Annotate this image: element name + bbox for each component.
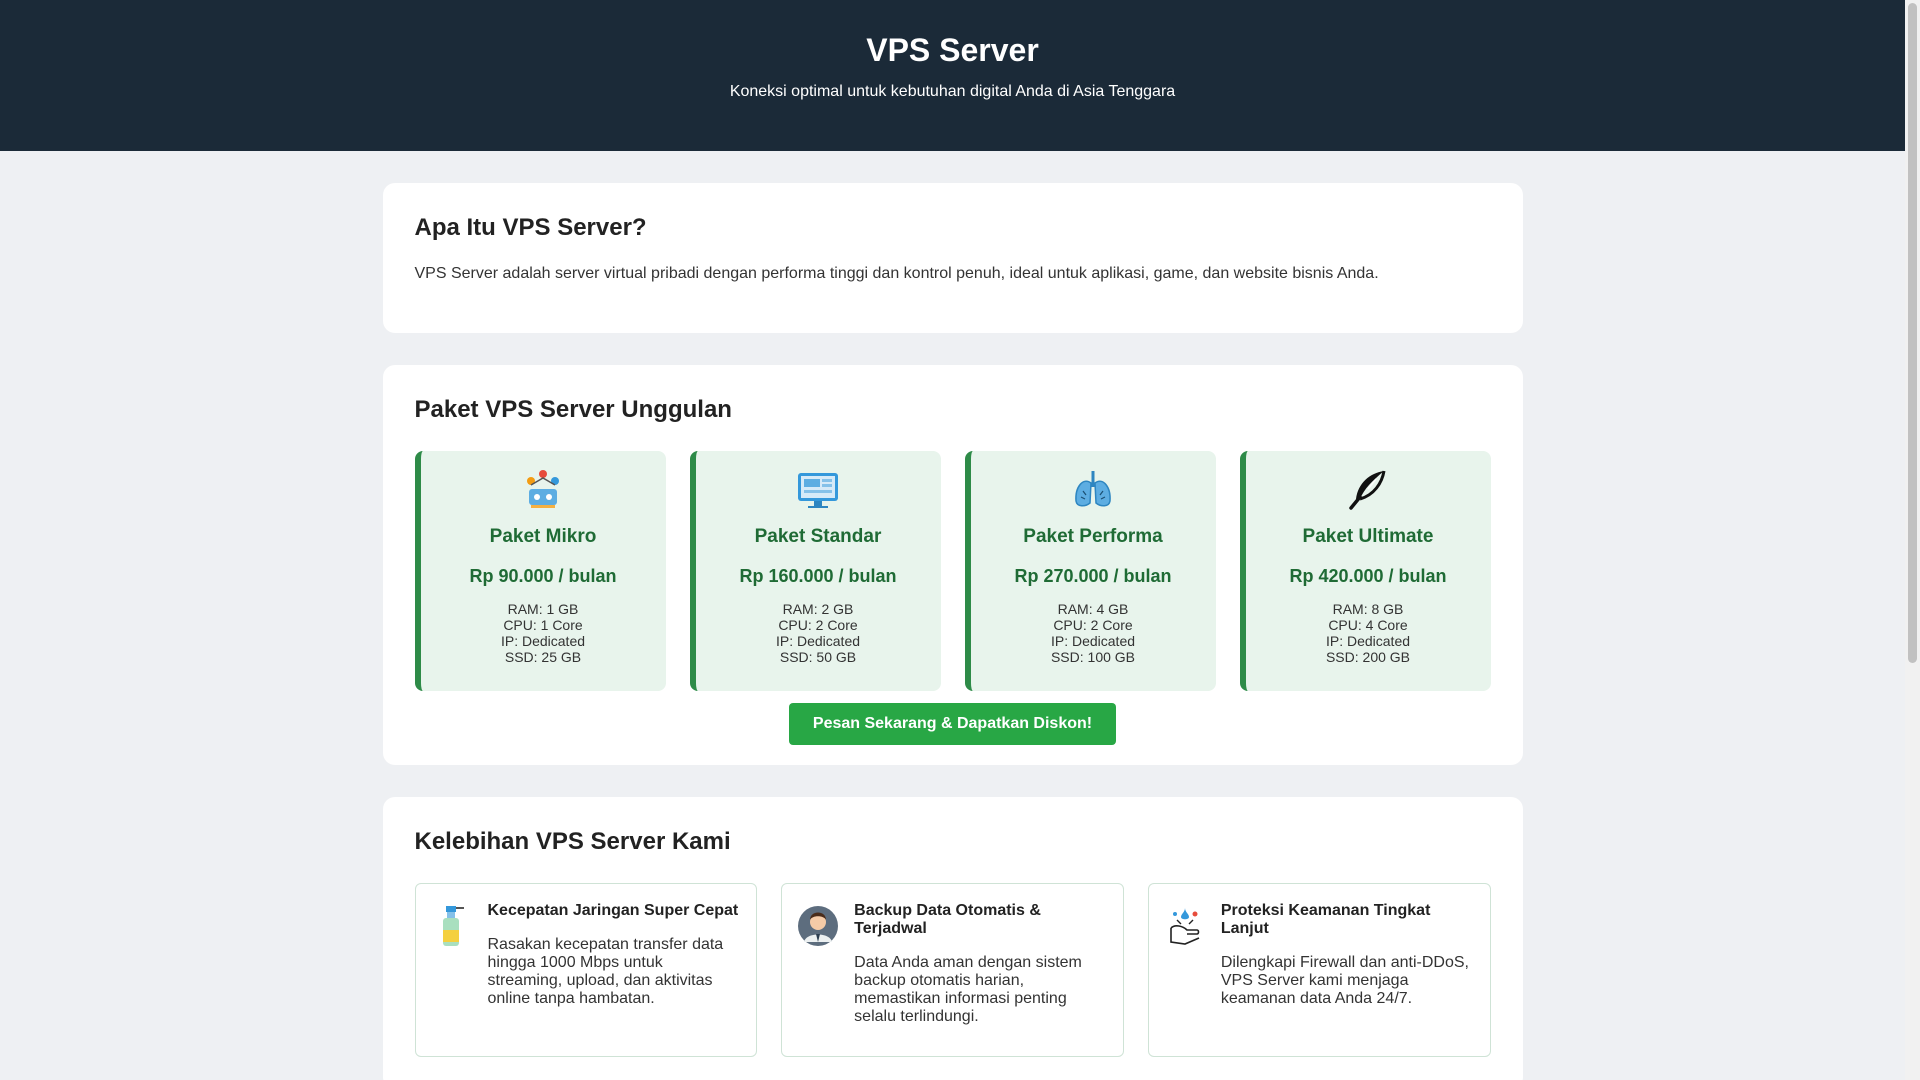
scrollbar-thumb[interactable] (1908, 3, 1917, 663)
features-title: Kelebihan VPS Server Kami (414, 828, 731, 855)
order-now-button[interactable]: Pesan Sekarang & Dapatkan Diskon! (789, 703, 1116, 745)
plan-name: Paket Mikro (489, 526, 597, 547)
plan-name: Paket Performa (1023, 526, 1163, 547)
plan-name: Paket Standar (754, 526, 882, 547)
plans-section: Paket VPS Server Unggulan Paket Mikro Rp… (382, 365, 1523, 765)
plan-card-performa[interactable]: Paket Performa Rp 270.000 / bulan RAM: 4… (964, 451, 1216, 691)
spec-ram: RAM: 4 GB (1057, 601, 1129, 617)
plan-list: Paket Mikro Rp 90.000 / bulan RAM: 1 GB … (414, 451, 1491, 691)
about-section: Apa Itu VPS Server? VPS Server adalah se… (382, 183, 1523, 333)
about-title: Apa Itu VPS Server? (414, 214, 647, 241)
feature-description: Dilengkapi Firewall dan anti-DDoS, VPS S… (1220, 954, 1469, 1007)
person-avatar-icon (798, 906, 839, 946)
cta-wrapper: Pesan Sekarang & Dapatkan Diskon! (415, 703, 1491, 745)
feature-text: Kecepatan Jaringan Super Cepat Rasakan k… (488, 902, 741, 1056)
spec-ip: IP: Dedicated (775, 633, 861, 649)
feature-description: Data Anda aman dengan sistem backup otom… (854, 954, 1082, 1025)
plan-price: Rp 270.000 / bulan (1014, 566, 1172, 586)
feature-card-speed: Kecepatan Jaringan Super Cepat Rasakan k… (414, 883, 758, 1057)
plan-specs: RAM: 4 GB CPU: 2 Core IP: Dedicated SSD:… (971, 601, 1216, 665)
plan-price: Rp 160.000 / bulan (739, 566, 897, 586)
feature-title: Kecepatan Jaringan Super Cepat (487, 902, 739, 919)
spec-ram: RAM: 8 GB (1332, 601, 1404, 617)
plan-specs: RAM: 8 GB CPU: 4 Core IP: Dedicated SSD:… (1246, 601, 1491, 665)
feature-title: Backup Data Otomatis & Terjadwal (854, 902, 1041, 937)
feature-title: Proteksi Keamanan Tingkat Lanjut (1220, 902, 1431, 937)
monitor-icon (798, 473, 838, 508)
plan-card-ultimate[interactable]: Paket Ultimate Rp 420.000 / bulan RAM: 8… (1239, 451, 1491, 691)
plan-price: Rp 420.000 / bulan (1289, 566, 1447, 586)
vertical-scrollbar[interactable] (1905, 0, 1920, 1080)
plans-title: Paket VPS Server Unggulan (414, 396, 732, 423)
plan-card-standar[interactable]: Paket Standar Rp 160.000 / bulan RAM: 2 … (689, 451, 941, 691)
features-section: Kelebihan VPS Server Kami Kecepatan Jari… (382, 797, 1523, 1080)
lungs-icon (1075, 471, 1111, 507)
hero-header: VPS Server Koneksi optimal untuk kebutuh… (0, 0, 1905, 151)
spec-cpu: CPU: 4 Core (1328, 617, 1408, 633)
feature-description: Rasakan kecepatan transfer data hingga 1… (487, 936, 724, 1007)
spec-ip: IP: Dedicated (1325, 633, 1411, 649)
page: VPS Server Koneksi optimal untuk kebutuh… (0, 0, 1905, 1080)
plan-price: Rp 90.000 / bulan (469, 566, 617, 586)
about-text: VPS Server adalah server virtual pribadi… (414, 265, 1379, 282)
feature-card-backup: Backup Data Otomatis & Terjadwal Data An… (781, 883, 1124, 1057)
spec-ssd: SSD: 200 GB (1325, 649, 1411, 665)
plan-specs: RAM: 1 GB CPU: 1 Core IP: Dedicated SSD:… (421, 601, 666, 665)
hand-wash-icon (1170, 908, 1200, 945)
feature-list: Kecepatan Jaringan Super Cepat Rasakan k… (414, 883, 1491, 1057)
feather-icon (1349, 470, 1386, 510)
spec-ram: RAM: 2 GB (782, 601, 854, 617)
spray-bottle-icon (442, 906, 464, 946)
plan-card-mikro[interactable]: Paket Mikro Rp 90.000 / bulan RAM: 1 GB … (414, 451, 666, 691)
spec-ip: IP: Dedicated (1050, 633, 1136, 649)
spec-ssd: SSD: 100 GB (1050, 649, 1136, 665)
feature-text: Proteksi Keamanan Tingkat Lanjut Dilengk… (1221, 902, 1474, 1056)
spec-ssd: SSD: 50 GB (779, 649, 857, 665)
spec-cpu: CPU: 2 Core (778, 617, 858, 633)
spec-ram: RAM: 1 GB (507, 601, 579, 617)
feature-text: Backup Data Otomatis & Terjadwal Data An… (854, 902, 1107, 1056)
spec-ssd: SSD: 25 GB (504, 649, 582, 665)
feature-card-security: Proteksi Keamanan Tingkat Lanjut Dilengk… (1147, 883, 1491, 1057)
page-title: VPS Server (866, 32, 1039, 68)
spec-cpu: CPU: 2 Core (1053, 617, 1133, 633)
spec-cpu: CPU: 1 Core (503, 617, 583, 633)
spec-ip: IP: Dedicated (500, 633, 586, 649)
people-network-icon (527, 470, 559, 508)
plan-name: Paket Ultimate (1302, 526, 1434, 547)
page-subtitle: Koneksi optimal untuk kebutuhan digital … (729, 83, 1176, 100)
plan-specs: RAM: 2 GB CPU: 2 Core IP: Dedicated SSD:… (696, 601, 941, 665)
